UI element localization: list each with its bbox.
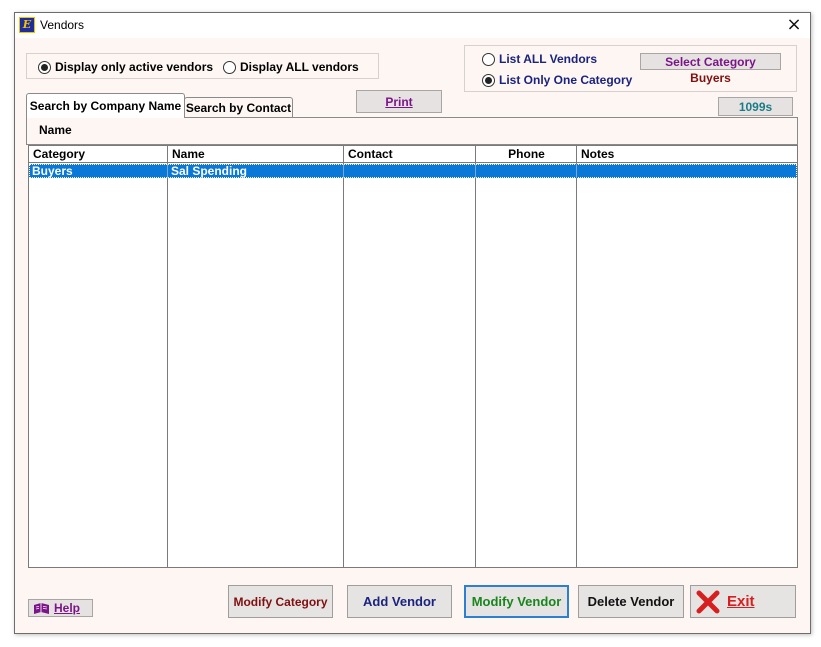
row-divider	[343, 164, 344, 178]
column-divider	[576, 146, 577, 567]
delete-vendor-label: Delete Vendor	[587, 594, 675, 609]
vendors-window: E Vendors × Display only active vendors …	[14, 12, 811, 634]
all-vendors-option[interactable]: Display ALL vendors	[223, 60, 359, 74]
book-icon	[34, 602, 49, 614]
vendors-grid[interactable]: Category Name Contact Phone Notes Buyers…	[28, 145, 798, 568]
search-field-label: Name	[39, 123, 72, 137]
row-divider	[576, 164, 577, 178]
cell-name: Sal Spending	[171, 164, 248, 178]
column-header-category[interactable]: Category	[29, 146, 168, 162]
help-button-label: Help	[54, 601, 81, 615]
print-button[interactable]: Print	[356, 90, 442, 113]
column-divider	[167, 146, 168, 567]
modify-vendor-button[interactable]: Modify Vendor	[464, 585, 569, 618]
column-header-name[interactable]: Name	[168, 146, 344, 162]
column-divider	[343, 146, 344, 567]
row-divider	[475, 164, 476, 178]
current-category-label: Buyers	[690, 71, 731, 85]
print-button-label: Print	[385, 94, 413, 109]
title-bar: E Vendors ×	[15, 13, 810, 38]
cell-category: Buyers	[32, 164, 73, 178]
list-all-vendors-option[interactable]: List ALL Vendors	[482, 52, 597, 66]
tab-search-by-contact[interactable]: Search by Contact	[184, 97, 293, 118]
app-logo-icon: E	[19, 17, 35, 33]
help-button[interactable]: Help	[28, 599, 93, 617]
modify-category-label: Modify Category	[233, 594, 328, 609]
column-header-notes[interactable]: Notes	[577, 146, 797, 162]
search-panel: Name	[26, 117, 798, 145]
add-vendor-button[interactable]: Add Vendor	[347, 585, 452, 618]
active-only-option[interactable]: Display only active vendors	[38, 60, 213, 74]
all-vendors-radio[interactable]	[223, 60, 236, 74]
cell-contact	[344, 164, 475, 178]
tab-search-by-contact-label: Search by Contact	[185, 101, 292, 115]
table-row[interactable]: Buyers Sal Spending	[29, 164, 797, 178]
exit-button[interactable]: Exit	[690, 585, 796, 618]
active-only-label[interactable]: Display only active vendors	[55, 60, 213, 74]
exit-label: Exit	[727, 593, 755, 610]
red-x-icon	[696, 590, 720, 613]
close-button[interactable]: ×	[786, 15, 802, 35]
modify-category-button[interactable]: Modify Category	[228, 585, 333, 618]
list-one-category-label[interactable]: List Only One Category	[499, 73, 632, 87]
cell-phone	[476, 164, 576, 178]
tab-search-by-company-name-label: Search by Company Name	[29, 99, 182, 113]
select-category-button[interactable]: Select Category	[640, 53, 781, 70]
tab-search-by-company-name[interactable]: Search by Company Name	[26, 93, 185, 118]
modify-vendor-label: Modify Vendor	[471, 594, 562, 609]
cell-notes	[577, 164, 797, 178]
1099s-button[interactable]: 1099s	[718, 97, 793, 116]
list-one-category-radio[interactable]	[482, 73, 495, 87]
list-one-category-option[interactable]: List Only One Category	[482, 73, 632, 87]
category-filter-group: List ALL Vendors List Only One Category …	[464, 45, 797, 92]
add-vendor-label: Add Vendor	[363, 594, 436, 609]
active-only-radio[interactable]	[38, 60, 51, 74]
grid-header: Category Name Contact Phone Notes	[29, 146, 797, 163]
active-filter-group: Display only active vendors Display ALL …	[26, 53, 379, 79]
row-divider	[167, 164, 168, 178]
window-title: Vendors	[40, 18, 85, 32]
all-vendors-label[interactable]: Display ALL vendors	[240, 60, 359, 74]
column-divider	[475, 146, 476, 567]
delete-vendor-button[interactable]: Delete Vendor	[578, 585, 684, 618]
list-all-vendors-radio[interactable]	[482, 52, 495, 66]
list-all-vendors-label[interactable]: List ALL Vendors	[499, 52, 597, 66]
column-header-phone[interactable]: Phone	[476, 146, 577, 162]
1099s-button-label: 1099s	[738, 99, 773, 114]
column-header-contact[interactable]: Contact	[344, 146, 476, 162]
